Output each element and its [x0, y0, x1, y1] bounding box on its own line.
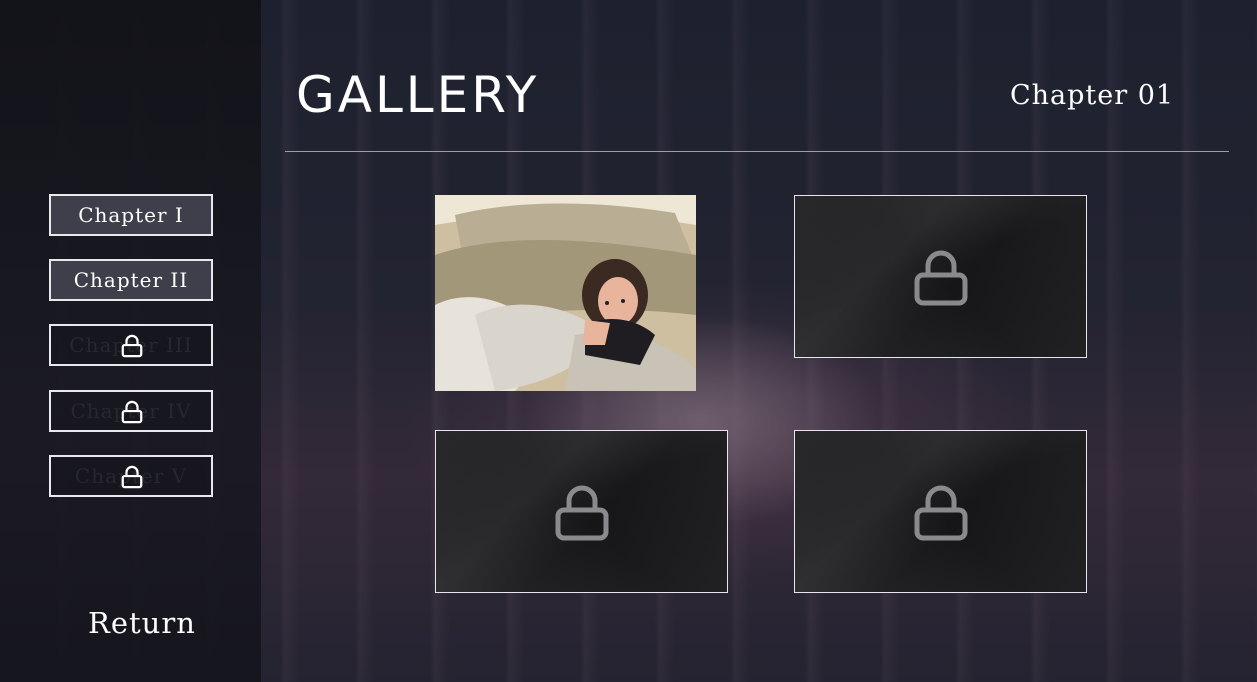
chapter-label: Chapter II [73, 268, 189, 292]
gallery-thumbnail-2-locked [794, 195, 1087, 358]
gallery-thumbnail-1[interactable] [435, 195, 696, 391]
lock-icon [121, 465, 143, 489]
chapter-button-3-locked: Chapter III [49, 324, 213, 366]
gallery-thumbnail-4-locked [794, 430, 1087, 593]
page-title: GALLERY [296, 66, 540, 124]
chapter-label: Chapter I [78, 203, 184, 227]
lock-icon [121, 400, 143, 424]
chapter-button-5-locked: Chapter V [49, 455, 213, 497]
header-divider [285, 151, 1229, 152]
gallery-thumbnail-3-locked [435, 430, 728, 593]
lock-icon [121, 334, 143, 358]
artwork-image [435, 195, 696, 391]
lock-icon [914, 250, 967, 305]
chapter-button-2[interactable]: Chapter II [49, 259, 213, 301]
chapter-button-1[interactable]: Chapter I [49, 194, 213, 236]
sidebar: Chapter I Chapter II Chapter III Chapter… [0, 0, 261, 682]
current-chapter-label: Chapter 01 [1010, 80, 1175, 111]
lock-icon [555, 485, 608, 540]
lock-icon [914, 485, 967, 540]
return-button[interactable]: Return [88, 606, 196, 640]
chapter-button-4-locked: Chapter IV [49, 390, 213, 432]
